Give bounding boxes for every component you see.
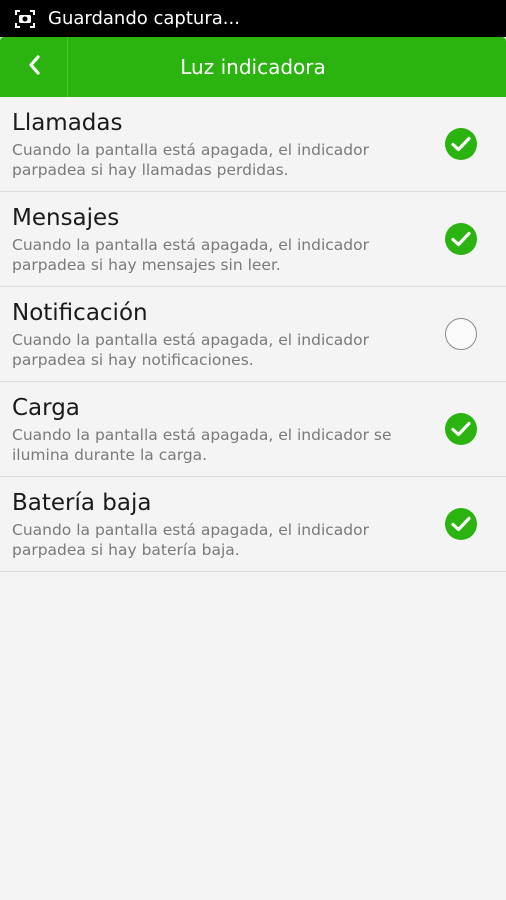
status-text: Guardando captura... [48,8,240,29]
checkbox[interactable] [445,128,477,160]
setting-title: Notificación [12,299,148,326]
setting-row-carga[interactable]: Carga Cuando la pantalla está apagada, e… [0,382,506,477]
setting-title: Llamadas [12,109,123,136]
setting-row-mensajes[interactable]: Mensajes Cuando la pantalla está apagada… [0,192,506,287]
checkmark-icon [451,231,471,247]
status-bar: Guardando captura... [0,0,506,37]
setting-title: Mensajes [12,204,120,231]
setting-title: Carga [12,394,80,421]
setting-row-bateria-baja[interactable]: Batería baja Cuando la pantalla está apa… [0,477,506,572]
app-bar: Luz indicadora [0,37,506,97]
setting-title: Batería baja [12,489,152,516]
setting-description: Cuando la pantalla está apagada, el indi… [12,235,369,274]
setting-description: Cuando la pantalla está apagada, el indi… [12,520,369,559]
checkbox[interactable] [445,508,477,540]
setting-row-llamadas[interactable]: Llamadas Cuando la pantalla está apagada… [0,97,506,192]
checkmark-icon [451,516,471,532]
back-button[interactable] [0,37,68,97]
settings-list: Llamadas Cuando la pantalla está apagada… [0,97,506,572]
setting-row-notificacion[interactable]: Notificación Cuando la pantalla está apa… [0,287,506,382]
checkbox[interactable] [445,318,477,350]
screenshot-icon [15,9,35,28]
checkbox[interactable] [445,413,477,445]
checkmark-icon [451,421,471,437]
page-title: Luz indicadora [180,55,326,79]
chevron-left-icon [27,54,41,80]
checkmark-icon [451,136,471,152]
checkbox[interactable] [445,223,477,255]
setting-description: Cuando la pantalla está apagada, el indi… [12,330,369,369]
setting-description: Cuando la pantalla está apagada, el indi… [12,425,392,464]
setting-description: Cuando la pantalla está apagada, el indi… [12,140,369,179]
